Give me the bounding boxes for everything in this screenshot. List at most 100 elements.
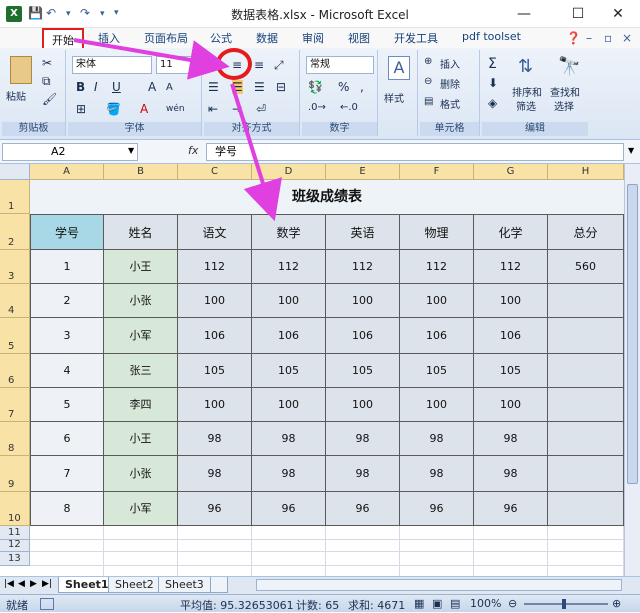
- table-cell[interactable]: 100: [252, 284, 326, 318]
- minimize-button[interactable]: —: [502, 2, 546, 26]
- table-cell[interactable]: 100: [252, 388, 326, 422]
- row-header[interactable]: 7: [0, 388, 30, 422]
- delete-cells-label[interactable]: 删除: [440, 76, 460, 91]
- table-cell[interactable]: 100: [326, 284, 400, 318]
- row-header[interactable]: 13: [0, 552, 30, 566]
- table-cell[interactable]: 560: [548, 250, 624, 284]
- column-header[interactable]: H: [548, 164, 624, 180]
- wrap-text-icon[interactable]: ⏎: [256, 102, 266, 116]
- table-cell[interactable]: 112: [474, 250, 548, 284]
- table-cell[interactable]: 112: [326, 250, 400, 284]
- table-cell[interactable]: 100: [474, 284, 548, 318]
- horizontal-scrollbar[interactable]: [256, 579, 622, 591]
- row-header[interactable]: 6: [0, 354, 30, 388]
- close-button[interactable]: ✕: [596, 2, 640, 26]
- row-header[interactable]: 5: [0, 318, 30, 354]
- row-header[interactable]: 8: [0, 422, 30, 456]
- row-header[interactable]: 12: [0, 539, 30, 552]
- table-cell[interactable]: 106: [252, 318, 326, 354]
- table-cell[interactable]: [548, 492, 624, 526]
- tab-insert[interactable]: 插入: [98, 30, 120, 46]
- table-cell[interactable]: 100: [178, 388, 252, 422]
- expand-formula-icon[interactable]: ▼: [628, 146, 634, 155]
- column-header[interactable]: G: [474, 164, 548, 180]
- column-header[interactable]: B: [104, 164, 178, 180]
- table-cell[interactable]: 2: [30, 284, 104, 318]
- table-cell[interactable]: 100: [474, 388, 548, 422]
- format-painter-icon[interactable]: 🖌: [42, 92, 57, 106]
- table-cell[interactable]: 98: [400, 422, 474, 456]
- find-select-label-2[interactable]: 选择: [554, 98, 574, 113]
- tab-data[interactable]: 数据: [256, 30, 278, 46]
- table-header-cell[interactable]: 姓名: [104, 214, 178, 250]
- table-cell[interactable]: 98: [252, 422, 326, 456]
- column-header[interactable]: F: [400, 164, 474, 180]
- table-cell[interactable]: [548, 284, 624, 318]
- table-cell[interactable]: 96: [474, 492, 548, 526]
- align-left-icon[interactable]: ☰: [208, 80, 219, 94]
- format-cells-icon[interactable]: ▤: [424, 96, 433, 107]
- table-cell[interactable]: 7: [30, 456, 104, 492]
- first-sheet-icon[interactable]: |◀: [4, 579, 14, 589]
- table-header-cell[interactable]: 物理: [400, 214, 474, 250]
- phonetic-button[interactable]: wén: [166, 104, 185, 114]
- sheet-tab-2[interactable]: Sheet2: [108, 577, 161, 593]
- table-header-cell[interactable]: 数学: [252, 214, 326, 250]
- row-header[interactable]: 1: [0, 180, 30, 214]
- table-cell[interactable]: 105: [474, 354, 548, 388]
- tab-page-layout[interactable]: 页面布局: [144, 30, 188, 46]
- zoom-level[interactable]: 100%: [470, 597, 501, 610]
- table-cell[interactable]: 1: [30, 250, 104, 284]
- table-header-cell[interactable]: 总分: [548, 214, 624, 250]
- sort-filter-icon[interactable]: ⇅: [518, 56, 533, 77]
- page-break-view-icon[interactable]: ▤: [450, 597, 460, 610]
- name-box[interactable]: A2: [2, 143, 138, 161]
- sort-filter-label-1[interactable]: 排序和: [512, 84, 542, 99]
- table-cell[interactable]: 98: [326, 422, 400, 456]
- ribbon-minimize-icon[interactable]: –: [586, 31, 592, 45]
- table-cell[interactable]: [548, 388, 624, 422]
- paste-icon[interactable]: [10, 56, 32, 84]
- copy-icon[interactable]: ⧉: [42, 74, 51, 89]
- percent-button[interactable]: %: [338, 80, 349, 94]
- table-cell[interactable]: 100: [178, 284, 252, 318]
- zoom-slider-thumb[interactable]: [562, 599, 566, 609]
- table-cell[interactable]: 8: [30, 492, 104, 526]
- sheet-tab-1[interactable]: Sheet1: [58, 577, 116, 593]
- row-header[interactable]: 10: [0, 492, 30, 526]
- cut-icon[interactable]: ✂: [42, 56, 52, 70]
- table-cell[interactable]: 3: [30, 318, 104, 354]
- sheet-tab-3[interactable]: Sheet3: [158, 577, 211, 593]
- sort-filter-label-2[interactable]: 筛选: [516, 98, 536, 113]
- decrease-indent-icon[interactable]: ⇤: [208, 102, 218, 116]
- next-sheet-icon[interactable]: ▶: [30, 579, 37, 589]
- row-header[interactable]: 9: [0, 456, 30, 492]
- tab-review[interactable]: 审阅: [302, 30, 324, 46]
- table-cell[interactable]: 张三: [104, 354, 178, 388]
- underline-button[interactable]: U: [112, 80, 121, 94]
- column-header[interactable]: D: [252, 164, 326, 180]
- grow-font-button[interactable]: A: [148, 80, 156, 94]
- table-cell[interactable]: 6: [30, 422, 104, 456]
- table-cell[interactable]: 100: [400, 284, 474, 318]
- table-cell[interactable]: [548, 422, 624, 456]
- italic-button[interactable]: I: [94, 80, 98, 94]
- font-name-select[interactable]: 宋体: [72, 56, 152, 74]
- sheet-title[interactable]: 班级成绩表: [30, 180, 624, 214]
- table-cell[interactable]: 112: [400, 250, 474, 284]
- row-header[interactable]: 3: [0, 250, 30, 284]
- table-cell[interactable]: 98: [252, 456, 326, 492]
- macro-record-icon[interactable]: [40, 598, 54, 610]
- shrink-font-button[interactable]: A: [166, 82, 173, 93]
- table-cell[interactable]: 小张: [104, 284, 178, 318]
- table-cell[interactable]: 98: [178, 456, 252, 492]
- paste-label[interactable]: 粘贴: [6, 88, 26, 103]
- zoom-in-icon[interactable]: ⊕: [612, 597, 621, 610]
- insert-sheet-icon[interactable]: [210, 577, 228, 593]
- table-cell[interactable]: 112: [178, 250, 252, 284]
- table-cell[interactable]: 李四: [104, 388, 178, 422]
- table-cell[interactable]: 96: [252, 492, 326, 526]
- table-header-cell[interactable]: 语文: [178, 214, 252, 250]
- clear-icon[interactable]: ◈: [488, 96, 497, 110]
- font-color-icon[interactable]: A: [140, 102, 148, 116]
